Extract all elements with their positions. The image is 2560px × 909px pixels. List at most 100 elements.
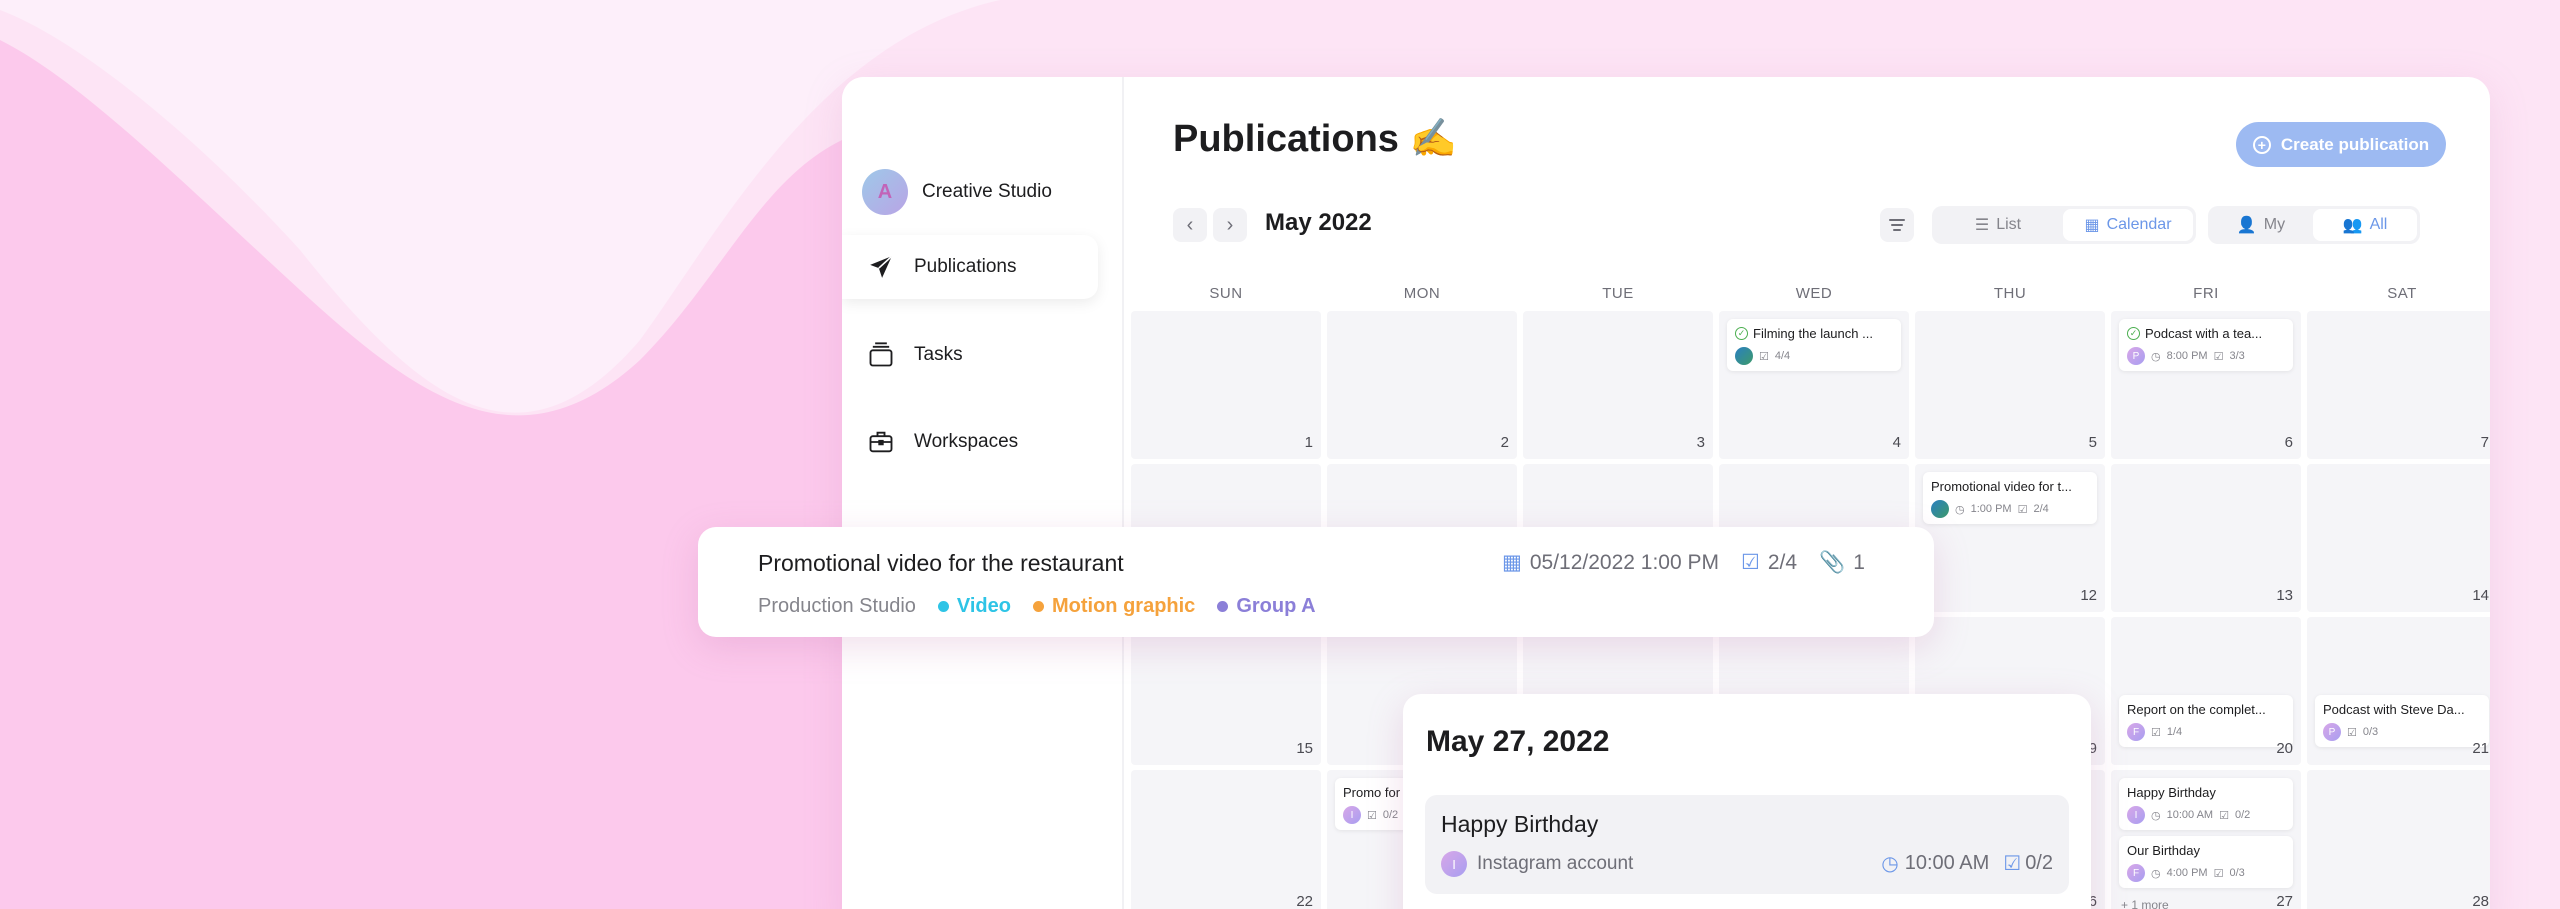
day-cell[interactable]: 13 xyxy=(2111,464,2301,612)
avatar: P xyxy=(2127,347,2145,365)
day-cell[interactable]: 7 xyxy=(2307,311,2490,459)
checkbox-icon: ☑ xyxy=(1367,809,1377,822)
publication-attachments: 1 xyxy=(1853,550,1865,574)
event-tasks: 0/2 xyxy=(1382,809,1399,821)
calendar-event[interactable]: Our Birthday F ◷ 4:00 PM ☑ 0/3 xyxy=(2119,836,2293,888)
day-detail-event[interactable]: Happy Birthday I Instagram account ◷ 10:… xyxy=(1425,795,2069,894)
sidebar-item-publications[interactable]: Publications xyxy=(842,235,1098,299)
day-cell[interactable]: 3 xyxy=(1523,311,1713,459)
calendar-event[interactable]: Report on the complet... F ☑ 1/4 xyxy=(2119,695,2293,747)
calendar-event[interactable]: Podcast with Steve Da... P ☑ 0/3 xyxy=(2315,695,2489,747)
event-tasks: 3/3 xyxy=(2229,350,2245,362)
publication-workspace: Production Studio xyxy=(758,595,916,617)
sidebar-item-tasks[interactable]: Tasks xyxy=(842,323,1098,387)
view-calendar-button[interactable]: ▦ Calendar xyxy=(2063,209,2193,241)
globe-avatar xyxy=(1735,347,1753,365)
avatar: F xyxy=(2127,864,2145,882)
day-cell[interactable]: 5 xyxy=(1915,311,2105,459)
create-publication-button[interactable]: + Create publication xyxy=(2236,122,2446,167)
checkbox-icon: ☑ xyxy=(2151,726,2161,739)
day-cell[interactable]: Podcast with Steve Da... P ☑ 0/3 21 xyxy=(2307,617,2490,765)
view-list-button[interactable]: ☰ List xyxy=(1935,209,2061,241)
day-number: 7 xyxy=(2480,434,2489,451)
dow-sun: SUN xyxy=(1209,285,1243,302)
scope-all-button[interactable]: 👥 All xyxy=(2313,209,2417,241)
publication-meta: ▦ 05/12/2022 1:00 PM ☑ 2/4 📎 1 xyxy=(1502,550,1865,575)
event-title: Report on the complet... xyxy=(2127,702,2266,717)
calendar-event[interactable]: Promotional video for t... ◷ 1:00 PM ☑ 2/4 xyxy=(1923,472,2097,524)
day-number: 22 xyxy=(1296,893,1313,909)
prev-month-button[interactable]: ‹ xyxy=(1173,208,1207,242)
day-number: 12 xyxy=(2080,587,2097,604)
scope-toggle: 👤 My 👥 All xyxy=(2208,206,2420,244)
event-title: Podcast with Steve Da... xyxy=(2323,702,2465,717)
paper-plane-icon xyxy=(866,252,896,282)
checkbox-icon: ☑ xyxy=(1759,350,1769,363)
more-events-link[interactable]: + 1 more xyxy=(2121,898,2169,909)
filter-icon xyxy=(1889,219,1905,221)
checkbox-icon: ☑ xyxy=(2213,867,2224,880)
day-cell[interactable]: Happy Birthday I ◷ 10:00 AM ☑ 0/2 Our Birthd… xyxy=(2111,770,2301,909)
event-tasks: 0/3 xyxy=(2362,726,2379,738)
event-title: Happy Birthday xyxy=(1441,811,1599,837)
event-title: Promo for xyxy=(1343,785,1401,800)
list-icon: ☰ xyxy=(1974,217,1990,234)
next-month-button[interactable]: › xyxy=(1213,208,1247,242)
event-time: 1:00 PM xyxy=(1970,503,2012,515)
day-cell[interactable]: ✓ Podcast with a tea... P ◷ 8:00 PM ☑ 3/3 6 xyxy=(2111,311,2301,459)
clock-icon: ◷ xyxy=(2151,867,2161,880)
event-tasks: 4/4 xyxy=(1774,350,1791,362)
sidebar-item-label: Publications xyxy=(914,256,1017,277)
day-cell[interactable]: ✓ Filming the launch ... ☑ 4/4 4 xyxy=(1719,311,1909,459)
day-cell[interactable]: 1 xyxy=(1131,311,1321,459)
event-tasks: 1/4 xyxy=(2166,726,2183,738)
day-number: 14 xyxy=(2472,587,2489,604)
day-cell[interactable]: 28 xyxy=(2307,770,2490,909)
calendar-event[interactable]: ✓ Podcast with a tea... P ◷ 8:00 PM ☑ 3/3 xyxy=(2119,319,2293,371)
day-cell[interactable]: Report on the complet... F ☑ 1/4 20 xyxy=(2111,617,2301,765)
day-number: 6 xyxy=(2284,434,2293,451)
check-circle-icon: ✓ xyxy=(1735,327,1748,340)
day-cell[interactable]: 2 xyxy=(1327,311,1517,459)
day-number: 5 xyxy=(2088,434,2097,451)
plus-circle-icon: + xyxy=(2252,135,2271,154)
clock-icon: ◷ xyxy=(2151,809,2161,822)
day-cell[interactable]: 22 xyxy=(1131,770,1321,909)
event-tasks: 0/2 xyxy=(2234,809,2251,821)
event-title: Filming the launch ... xyxy=(1753,326,1873,341)
filter-button[interactable] xyxy=(1880,208,1914,242)
event-tasks: 0/2 xyxy=(2025,852,2053,874)
scope-my-button[interactable]: 👤 My xyxy=(2211,209,2311,241)
dow-tue: TUE xyxy=(1602,285,1634,302)
calendar-event[interactable]: ✓ Filming the launch ... ☑ 4/4 xyxy=(1727,319,1901,371)
workspace-avatar: A xyxy=(862,169,908,215)
workspace-name: Creative Studio xyxy=(922,181,1052,202)
dow-mon: MON xyxy=(1403,285,1441,302)
day-cell[interactable]: Promotional video for t... ◷ 1:00 PM ☑ 2/4 … xyxy=(1915,464,2105,612)
checkbox-icon: ☑ xyxy=(2003,853,2022,875)
event-title: Happy Birthday xyxy=(2127,785,2216,800)
calendar-event[interactable]: Happy Birthday I ◷ 10:00 AM ☑ 0/2 xyxy=(2119,778,2293,830)
account-avatar: I xyxy=(1441,851,1467,877)
event-time: 4:00 PM xyxy=(2166,867,2208,879)
day-number: 27 xyxy=(2276,893,2293,909)
current-month: May 2022 xyxy=(1265,209,1372,236)
checkbox-icon: ☑ xyxy=(2347,726,2357,739)
paperclip-icon: 📎 xyxy=(1819,550,1846,574)
day-number: 13 xyxy=(2276,587,2293,604)
day-number: 28 xyxy=(2472,893,2489,909)
sidebar-item-label: Workspaces xyxy=(914,431,1019,452)
event-time: 10:00 AM xyxy=(1904,852,1990,874)
chevron-right-icon: › xyxy=(1226,213,1234,236)
view-toggle: ☰ List ▦ Calendar xyxy=(1932,206,2196,244)
publication-detail-card[interactable]: Promotional video for the restaurant ▦ 0… xyxy=(698,527,1934,637)
user-icon: 👤 xyxy=(2236,217,2257,234)
day-cell[interactable]: 14 xyxy=(2307,464,2490,612)
sidebar-item-workspaces[interactable]: Workspaces xyxy=(842,410,1098,474)
dow-fri: FRI xyxy=(2193,285,2219,302)
workspace-switcher[interactable]: A Creative Studio xyxy=(862,169,1052,215)
day-cell[interactable]: 15 xyxy=(1131,617,1321,765)
checkbox-icon: ☑ xyxy=(2213,350,2224,363)
tag-motion-graphic: Motion graphic xyxy=(1032,595,1195,618)
calendar-icon: ▦ xyxy=(1502,551,1522,574)
